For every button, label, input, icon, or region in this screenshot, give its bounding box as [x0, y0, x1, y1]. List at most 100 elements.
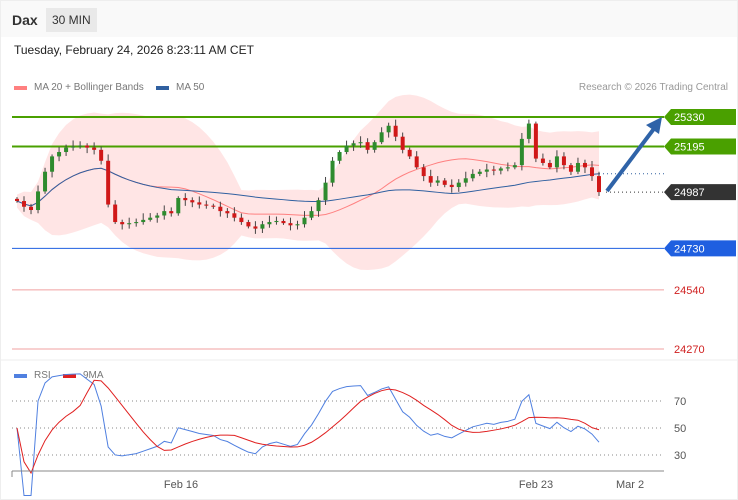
- candle-body: [449, 184, 454, 188]
- candle-body: [99, 149, 104, 161]
- candle-body: [323, 182, 328, 201]
- candle-body: [302, 217, 307, 225]
- bollinger-band: [17, 94, 599, 270]
- candle-body: [309, 211, 314, 218]
- candle-body: [211, 205, 216, 207]
- candle-body: [533, 123, 538, 159]
- candle-body: [120, 222, 125, 225]
- last-label: 24987: [674, 187, 705, 199]
- candle-body: [526, 123, 531, 139]
- candle-body: [316, 200, 321, 212]
- candle-body: [554, 156, 559, 168]
- candle-body: [505, 167, 510, 169]
- candle-body: [547, 162, 552, 168]
- candle-body: [344, 145, 349, 153]
- candle-body: [15, 198, 19, 202]
- candle-body: [421, 167, 426, 177]
- candle-body: [92, 147, 97, 150]
- candle-body: [386, 125, 391, 133]
- candle-body: [372, 142, 377, 150]
- candle-body: [519, 138, 524, 166]
- level-label: 24540: [674, 285, 705, 297]
- candle-body: [575, 162, 580, 172]
- chart-widget: Dax 30 MIN Tuesday, February 24, 2026 8:…: [0, 0, 738, 500]
- candle-body: [29, 206, 34, 211]
- candle-body: [274, 220, 279, 223]
- candle-body: [484, 169, 489, 172]
- candle-body: [540, 158, 545, 163]
- candle-body: [113, 204, 118, 223]
- candle-body: [379, 132, 384, 143]
- x-tick-label: Feb 16: [164, 479, 198, 491]
- candle-body: [78, 145, 83, 147]
- candle-body: [400, 136, 405, 150]
- candle-body: [470, 173, 475, 179]
- candle-body: [43, 171, 48, 192]
- rsi-line: [16, 373, 600, 496]
- candle-body: [512, 165, 517, 168]
- candle-body: [407, 149, 412, 157]
- candle-body: [589, 167, 594, 177]
- candle-body: [337, 152, 342, 161]
- candle-body: [498, 168, 503, 171]
- x-tick-label: Feb 23: [519, 479, 553, 491]
- candle-body: [127, 223, 132, 225]
- candle-body: [134, 222, 139, 224]
- resistance-label: 25195: [674, 142, 705, 154]
- candle-body: [197, 202, 202, 205]
- candle-body: [232, 213, 237, 218]
- candle-body: [568, 165, 573, 172]
- candle-body: [260, 224, 265, 229]
- candle-body: [64, 147, 69, 153]
- candle-body: [428, 176, 433, 183]
- candle-body: [435, 180, 440, 183]
- candle-body: [183, 197, 188, 201]
- candle-body: [442, 180, 447, 185]
- candle-body: [295, 224, 300, 226]
- candle-body: [141, 219, 146, 223]
- candle-body: [582, 162, 587, 168]
- candle-body: [218, 206, 223, 212]
- candle-body: [239, 217, 244, 223]
- x-tick-label: Mar 2: [616, 479, 644, 491]
- candle-body: [365, 142, 370, 150]
- candle-body: [106, 160, 111, 205]
- candle-body: [57, 152, 62, 157]
- candle-body: [414, 156, 419, 168]
- rsi-tick: 50: [674, 423, 686, 435]
- candle-body: [155, 215, 160, 218]
- candle-body: [253, 226, 258, 229]
- candle-body: [162, 211, 167, 216]
- candle-body: [281, 220, 286, 224]
- price-chart: 25330 25195 24987 24730 24540 24270 70 50 30 Feb …: [1, 94, 737, 496]
- rsi-tick: 70: [674, 396, 686, 408]
- candle-body: [225, 211, 230, 214]
- candle-body: [71, 146, 76, 148]
- candle-body: [176, 197, 181, 214]
- support-label: 24730: [674, 243, 705, 255]
- candle-body: [169, 211, 174, 214]
- candle-body: [358, 142, 363, 144]
- candle-body: [85, 145, 90, 148]
- candle-body: [597, 176, 601, 193]
- candle-body: [561, 156, 566, 166]
- rsi-tick: 30: [674, 450, 686, 462]
- candle-body: [330, 160, 335, 183]
- candle-body: [246, 222, 251, 227]
- candle-body: [148, 217, 153, 220]
- resistance-label: 25330: [674, 112, 705, 124]
- forecast-arrow: [605, 124, 658, 193]
- candle-body: [351, 143, 356, 146]
- candle-body: [288, 223, 293, 226]
- candle-body: [190, 200, 195, 203]
- candle-body: [204, 204, 209, 206]
- level-label: 24270: [674, 344, 705, 356]
- candle-body: [267, 222, 272, 225]
- candle-body: [393, 125, 398, 137]
- candle-body: [50, 156, 55, 172]
- candle-body: [463, 178, 468, 183]
- candle-body: [22, 201, 27, 207]
- candle-body: [491, 169, 496, 171]
- candle-body: [36, 191, 41, 211]
- candle-body: [477, 171, 482, 174]
